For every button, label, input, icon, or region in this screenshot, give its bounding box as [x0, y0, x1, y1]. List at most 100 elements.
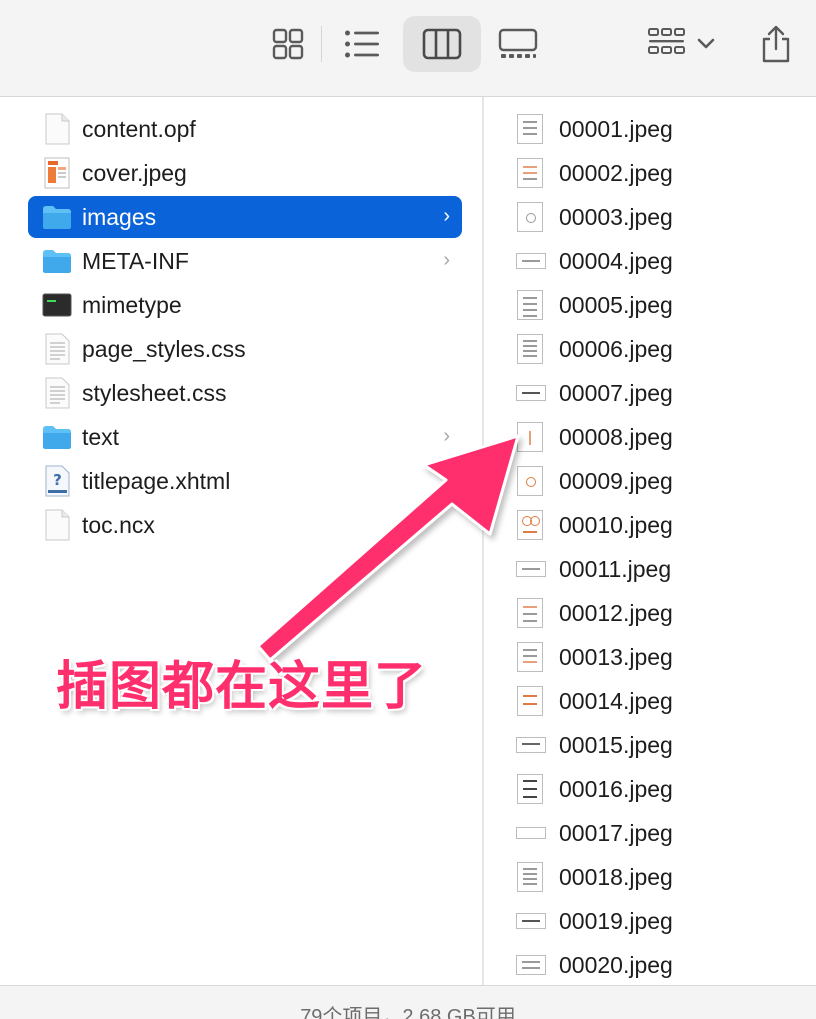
gallery-view-button[interactable]	[492, 16, 544, 72]
file-row-cover-jpeg[interactable]: cover.jpeg	[28, 152, 462, 194]
image-file-row[interactable]: 00007.jpeg	[514, 374, 804, 414]
image-thumbnail	[517, 642, 543, 672]
image-file-row[interactable]: 00017.jpeg	[514, 814, 804, 854]
file-label: 00009.jpeg	[559, 468, 673, 494]
file-row-content-opf[interactable]: content.opf	[28, 108, 462, 150]
image-thumbnail	[517, 290, 543, 320]
chevron-right-icon: ›	[443, 205, 450, 227]
finder-toolbar	[0, 0, 816, 97]
image-file-row[interactable]: 00006.jpeg	[514, 330, 804, 370]
image-file-row[interactable]: 00005.jpeg	[514, 286, 804, 326]
image-file-row[interactable]: 00014.jpeg	[514, 682, 804, 722]
file-label: 00005.jpeg	[559, 292, 673, 318]
file-label: 00010.jpeg	[559, 512, 673, 538]
file-label: 00019.jpeg	[559, 908, 673, 934]
image-thumbnail	[517, 862, 543, 892]
file-label: 00017.jpeg	[559, 820, 673, 846]
file-label: titlepage.xhtml	[82, 468, 231, 494]
file-label: 00002.jpeg	[559, 160, 673, 186]
image-file-row[interactable]: 00015.jpeg	[514, 726, 804, 766]
file-label: 00018.jpeg	[559, 864, 673, 890]
image-file-row[interactable]: 00016.jpeg	[514, 770, 804, 810]
folder-icon	[43, 426, 71, 449]
grid-view-icon	[272, 28, 304, 60]
file-label: mimetype	[82, 292, 182, 318]
image-file-row[interactable]: 00020.jpeg	[514, 946, 804, 986]
image-thumbnail	[517, 202, 543, 232]
file-label: stylesheet.css	[82, 380, 227, 406]
file-label: 00001.jpeg	[559, 116, 673, 142]
list-view-button[interactable]	[336, 16, 388, 72]
group-by-button[interactable]	[640, 16, 722, 72]
folder-row-meta-inf[interactable]: META-INF ›	[28, 240, 462, 282]
xhtml-file-icon: ?	[45, 465, 70, 497]
file-label: 00012.jpeg	[559, 600, 673, 626]
folder-label: images	[82, 204, 157, 230]
file-row-toc-ncx[interactable]: toc.ncx	[28, 504, 462, 546]
image-thumbnail	[517, 334, 543, 364]
gallery-view-icon	[498, 28, 538, 58]
status-text: 79个项目，2.68 GB可用	[300, 1006, 516, 1019]
file-label: 00016.jpeg	[559, 776, 673, 802]
file-label: 00011.jpeg	[559, 556, 672, 582]
share-button[interactable]	[752, 16, 800, 72]
chevron-right-icon: ›	[443, 249, 450, 271]
image-thumbnail	[517, 686, 543, 716]
file-label: 00020.jpeg	[559, 952, 673, 978]
folder-row-images[interactable]: images ›	[28, 196, 462, 238]
image-thumbnail	[516, 561, 546, 577]
image-thumbnail	[517, 158, 543, 188]
folder-icon	[43, 206, 71, 229]
image-file-row[interactable]: 00018.jpeg	[514, 858, 804, 898]
column-view-button[interactable]	[403, 16, 481, 72]
file-row-stylesheet-css[interactable]: stylesheet.css	[28, 372, 462, 414]
file-label: 00013.jpeg	[559, 644, 673, 670]
image-file-row[interactable]: 00012.jpeg	[514, 594, 804, 634]
text-file-icon	[45, 377, 70, 409]
epub-contents-column: content.opf cover.jpeg images › META-INF…	[0, 97, 482, 985]
document-icon	[45, 113, 70, 145]
image-file-row[interactable]: 00001.jpeg	[514, 110, 804, 150]
file-row-mimetype[interactable]: mimetype	[28, 284, 462, 326]
image-thumbnail	[516, 737, 546, 753]
image-file-row[interactable]: 00019.jpeg	[514, 902, 804, 942]
list-view-icon	[345, 30, 379, 58]
folder-row-text[interactable]: text ›	[28, 416, 462, 458]
terminal-exec-icon	[42, 293, 72, 317]
group-by-icon	[648, 28, 685, 54]
image-thumbnail	[516, 253, 546, 269]
grid-view-button[interactable]	[262, 16, 314, 72]
image-file-row[interactable]: 00010.jpeg	[514, 506, 804, 546]
file-label: 00015.jpeg	[559, 732, 673, 758]
status-bar: 79个项目，2.68 GB可用	[0, 985, 816, 1019]
image-thumbnail	[516, 385, 546, 401]
image-file-row[interactable]: 00008.jpeg	[514, 418, 804, 458]
file-label: 00003.jpeg	[559, 204, 673, 230]
document-icon	[45, 509, 70, 541]
file-row-titlepage-xhtml[interactable]: ? titlepage.xhtml	[28, 460, 462, 502]
file-label: page_styles.css	[82, 336, 246, 362]
file-label: 00004.jpeg	[559, 248, 673, 274]
image-thumbnail	[516, 913, 546, 929]
svg-text:?: ?	[53, 471, 62, 489]
image-thumbnail	[517, 114, 543, 144]
file-label: 00007.jpeg	[559, 380, 673, 406]
image-file-row[interactable]: 00003.jpeg	[514, 198, 804, 238]
image-file-icon	[44, 157, 70, 189]
image-thumbnail	[517, 774, 543, 804]
file-label: 00006.jpeg	[559, 336, 673, 362]
file-label: content.opf	[82, 116, 196, 142]
image-file-row[interactable]: 00002.jpeg	[514, 154, 804, 194]
image-file-row[interactable]: 00009.jpeg	[514, 462, 804, 502]
image-thumbnail	[517, 422, 543, 452]
file-label: cover.jpeg	[82, 160, 187, 186]
image-file-row[interactable]: 00013.jpeg	[514, 638, 804, 678]
image-file-row[interactable]: 00011.jpeg	[514, 550, 804, 590]
image-file-row[interactable]: 00004.jpeg	[514, 242, 804, 282]
annotation-label: 插图都在这里了	[56, 657, 428, 717]
chevron-down-icon	[697, 38, 715, 49]
share-icon	[762, 25, 790, 63]
image-thumbnail	[517, 598, 543, 628]
chevron-right-icon: ›	[443, 425, 450, 447]
file-row-page-styles-css[interactable]: page_styles.css	[28, 328, 462, 370]
